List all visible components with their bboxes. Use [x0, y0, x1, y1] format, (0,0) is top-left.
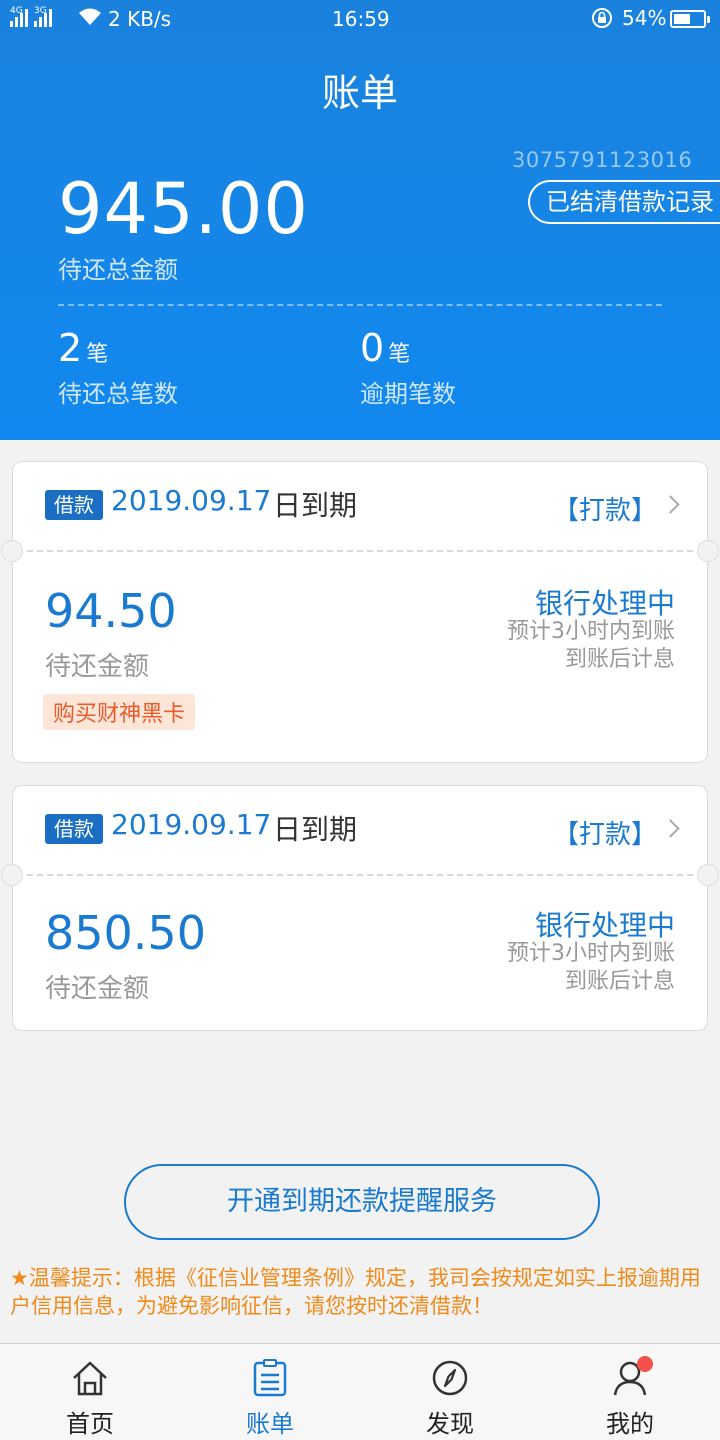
account-number: 3075791123016 [512, 148, 693, 172]
enable-reminder-button[interactable]: 开通到期还款提醒服务 [124, 1164, 600, 1240]
loan-card[interactable]: 借款 2019.09.17 日到期 【打款】 850.50 待还金额 银行处理中… [1, 785, 719, 1031]
stat-overdue-count: 0笔 逾期笔数 [360, 326, 456, 408]
bill-header: 4G 3G 2 KB/s 16:59 54% 账单 3075791123016 … [0, 0, 720, 440]
loan-amount-label: 待还金额 [45, 974, 150, 1004]
compass-icon [432, 1360, 468, 1396]
credit-warning-tip: ★温馨提示：根据《征信业管理条例》规定，我司会按规定如实上报逾期用户信用信息，为… [10, 1266, 701, 1318]
card-notch [697, 864, 719, 886]
due-suffix: 日到期 [273, 489, 358, 522]
notification-badge [637, 1356, 653, 1372]
transfer-link[interactable]: 【打款】 [553, 814, 657, 851]
status-bar: 4G 3G 2 KB/s 16:59 54% [0, 0, 720, 38]
loan-tag: 借款 [45, 490, 103, 520]
total-amount-label: 待还总金额 [58, 256, 178, 284]
interest-note: 到账后计息 [564, 647, 675, 672]
tab-mine[interactable]: 我的 [540, 1344, 720, 1440]
arrival-note: 预计3小时内到账 [507, 619, 675, 644]
divider [58, 304, 662, 306]
loan-status: 银行处理中 [534, 587, 675, 620]
rotation-lock-icon [590, 6, 614, 35]
due-date: 2019.09.17 [111, 484, 272, 517]
promo-badge[interactable]: 购买财神黑卡 [43, 694, 196, 730]
transfer-link[interactable]: 【打款】 [553, 490, 657, 527]
loan-card[interactable]: 借款 2019.09.17 日到期 【打款】 94.50 待还金额 银行处理中 … [1, 461, 719, 763]
clock: 16:59 [332, 7, 390, 31]
network-speed: 2 KB/s [108, 7, 172, 31]
loan-card-header[interactable]: 借款 2019.09.17 日到期 【打款】 [13, 462, 707, 550]
card-notch [1, 864, 23, 886]
battery-icon [670, 10, 710, 28]
tab-discover[interactable]: 发现 [360, 1344, 540, 1440]
wifi-icon [78, 7, 102, 32]
interest-note: 到账后计息 [564, 969, 675, 994]
signal-4g-icon: 4G [10, 6, 28, 27]
loan-amount: 94.50 [45, 584, 177, 638]
loan-card-header[interactable]: 借款 2019.09.17 日到期 【打款】 [13, 786, 707, 874]
settled-loans-button[interactable]: 已结清借款记录 [528, 180, 720, 224]
dashed-separator [27, 874, 693, 876]
battery-percent: 54% [622, 6, 667, 30]
loan-tag: 借款 [45, 814, 103, 844]
signal-icons: 4G 3G [10, 6, 52, 27]
total-amount: 945.00 [58, 168, 309, 250]
due-suffix: 日到期 [273, 813, 358, 846]
tab-bill[interactable]: 账单 [180, 1344, 360, 1440]
signal-3g-icon: 3G [34, 6, 52, 27]
loan-amount-label: 待还金额 [45, 652, 150, 682]
chevron-right-icon [661, 495, 680, 514]
card-notch [1, 540, 23, 562]
tab-home[interactable]: 首页 [0, 1344, 180, 1440]
chevron-right-icon [661, 819, 680, 838]
page-title: 账单 [321, 71, 398, 115]
arrival-note: 预计3小时内到账 [507, 941, 675, 966]
due-date: 2019.09.17 [111, 808, 272, 841]
bottom-tab-bar: 首页 账单 发现 我的 [0, 1343, 720, 1440]
dashed-separator [27, 550, 693, 552]
home-icon [73, 1361, 107, 1396]
stat-total-count: 2笔 待还总笔数 [58, 326, 178, 408]
card-notch [697, 540, 719, 562]
bill-icon [253, 1359, 287, 1397]
loan-status: 银行处理中 [534, 909, 675, 942]
loan-amount: 850.50 [45, 906, 206, 960]
